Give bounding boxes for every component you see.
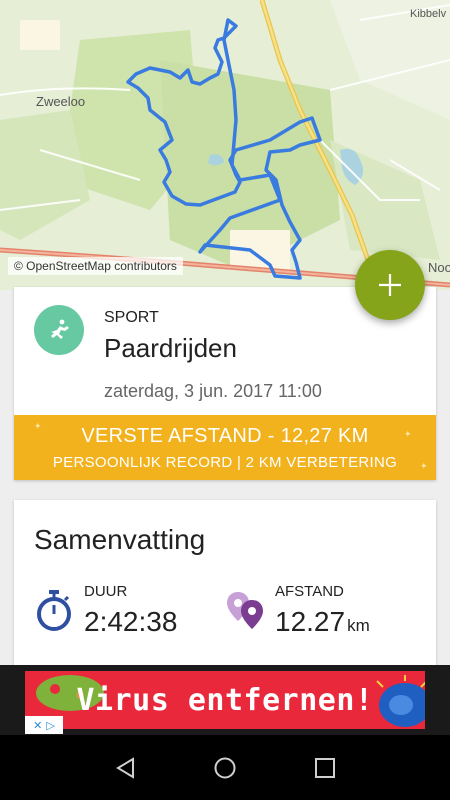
sport-name: Paardrijden bbox=[104, 333, 237, 363]
route-map[interactable]: Zweeloo Kibbelv Noo © OpenStreetMap cont… bbox=[0, 0, 450, 290]
activity-date: zaterdag, 3 jun. 2017 11:00 bbox=[104, 381, 322, 401]
horse-riding-icon bbox=[51, 319, 69, 339]
sport-icon-badge bbox=[34, 305, 84, 355]
duration-value: 2:42:38 bbox=[84, 606, 178, 637]
ad-creative[interactable]: Virus entfernen! bbox=[25, 671, 425, 729]
summary-card: Samenvatting DUUR 2:42:38 AFSTAND 12.27 k… bbox=[14, 500, 436, 670]
distance-value: 12.27 bbox=[275, 606, 346, 637]
recents-icon[interactable] bbox=[312, 755, 338, 781]
sport-label: SPORT bbox=[104, 309, 159, 326]
record-banner: ✦ ✦ ✦ VERSTE AFSTAND - 12,27 KM PERSOONL… bbox=[14, 415, 436, 480]
summary-title: Samenvatting bbox=[34, 524, 206, 555]
ad-choices-badge[interactable]: ✕ ▷ bbox=[25, 716, 63, 734]
map-attribution[interactable]: © OpenStreetMap contributors bbox=[8, 257, 183, 275]
map-label-noo: Noo bbox=[428, 260, 450, 275]
ad-choices-icon[interactable]: ▷ bbox=[46, 719, 54, 732]
map-label-kibbelv: Kibbelv bbox=[410, 8, 447, 20]
home-icon[interactable] bbox=[212, 755, 238, 781]
add-button[interactable] bbox=[355, 250, 425, 320]
distance-value-wrap: 12.27 km bbox=[275, 606, 370, 638]
map-label-zweeloo: Zweeloo bbox=[36, 94, 86, 109]
record-title: VERSTE AFSTAND - 12,27 KM bbox=[81, 425, 369, 447]
distance-pin-icon bbox=[227, 592, 263, 629]
system-nav-bar bbox=[0, 735, 450, 800]
close-ad-icon[interactable]: ✕ bbox=[33, 719, 42, 732]
map-canvas bbox=[0, 0, 450, 290]
record-subtitle: PERSOONLIJK RECORD | 2 KM VERBETERING bbox=[52, 454, 398, 471]
ad-text: Virus entfernen! bbox=[76, 683, 374, 718]
back-icon[interactable] bbox=[113, 755, 139, 781]
plus-icon bbox=[379, 274, 401, 296]
duration-label: DUUR bbox=[84, 583, 128, 600]
stopwatch-icon bbox=[37, 590, 71, 631]
ad-banner[interactable]: Virus entfernen! bbox=[0, 665, 450, 735]
distance-label: AFSTAND bbox=[275, 583, 344, 600]
distance-unit: km bbox=[347, 616, 370, 635]
